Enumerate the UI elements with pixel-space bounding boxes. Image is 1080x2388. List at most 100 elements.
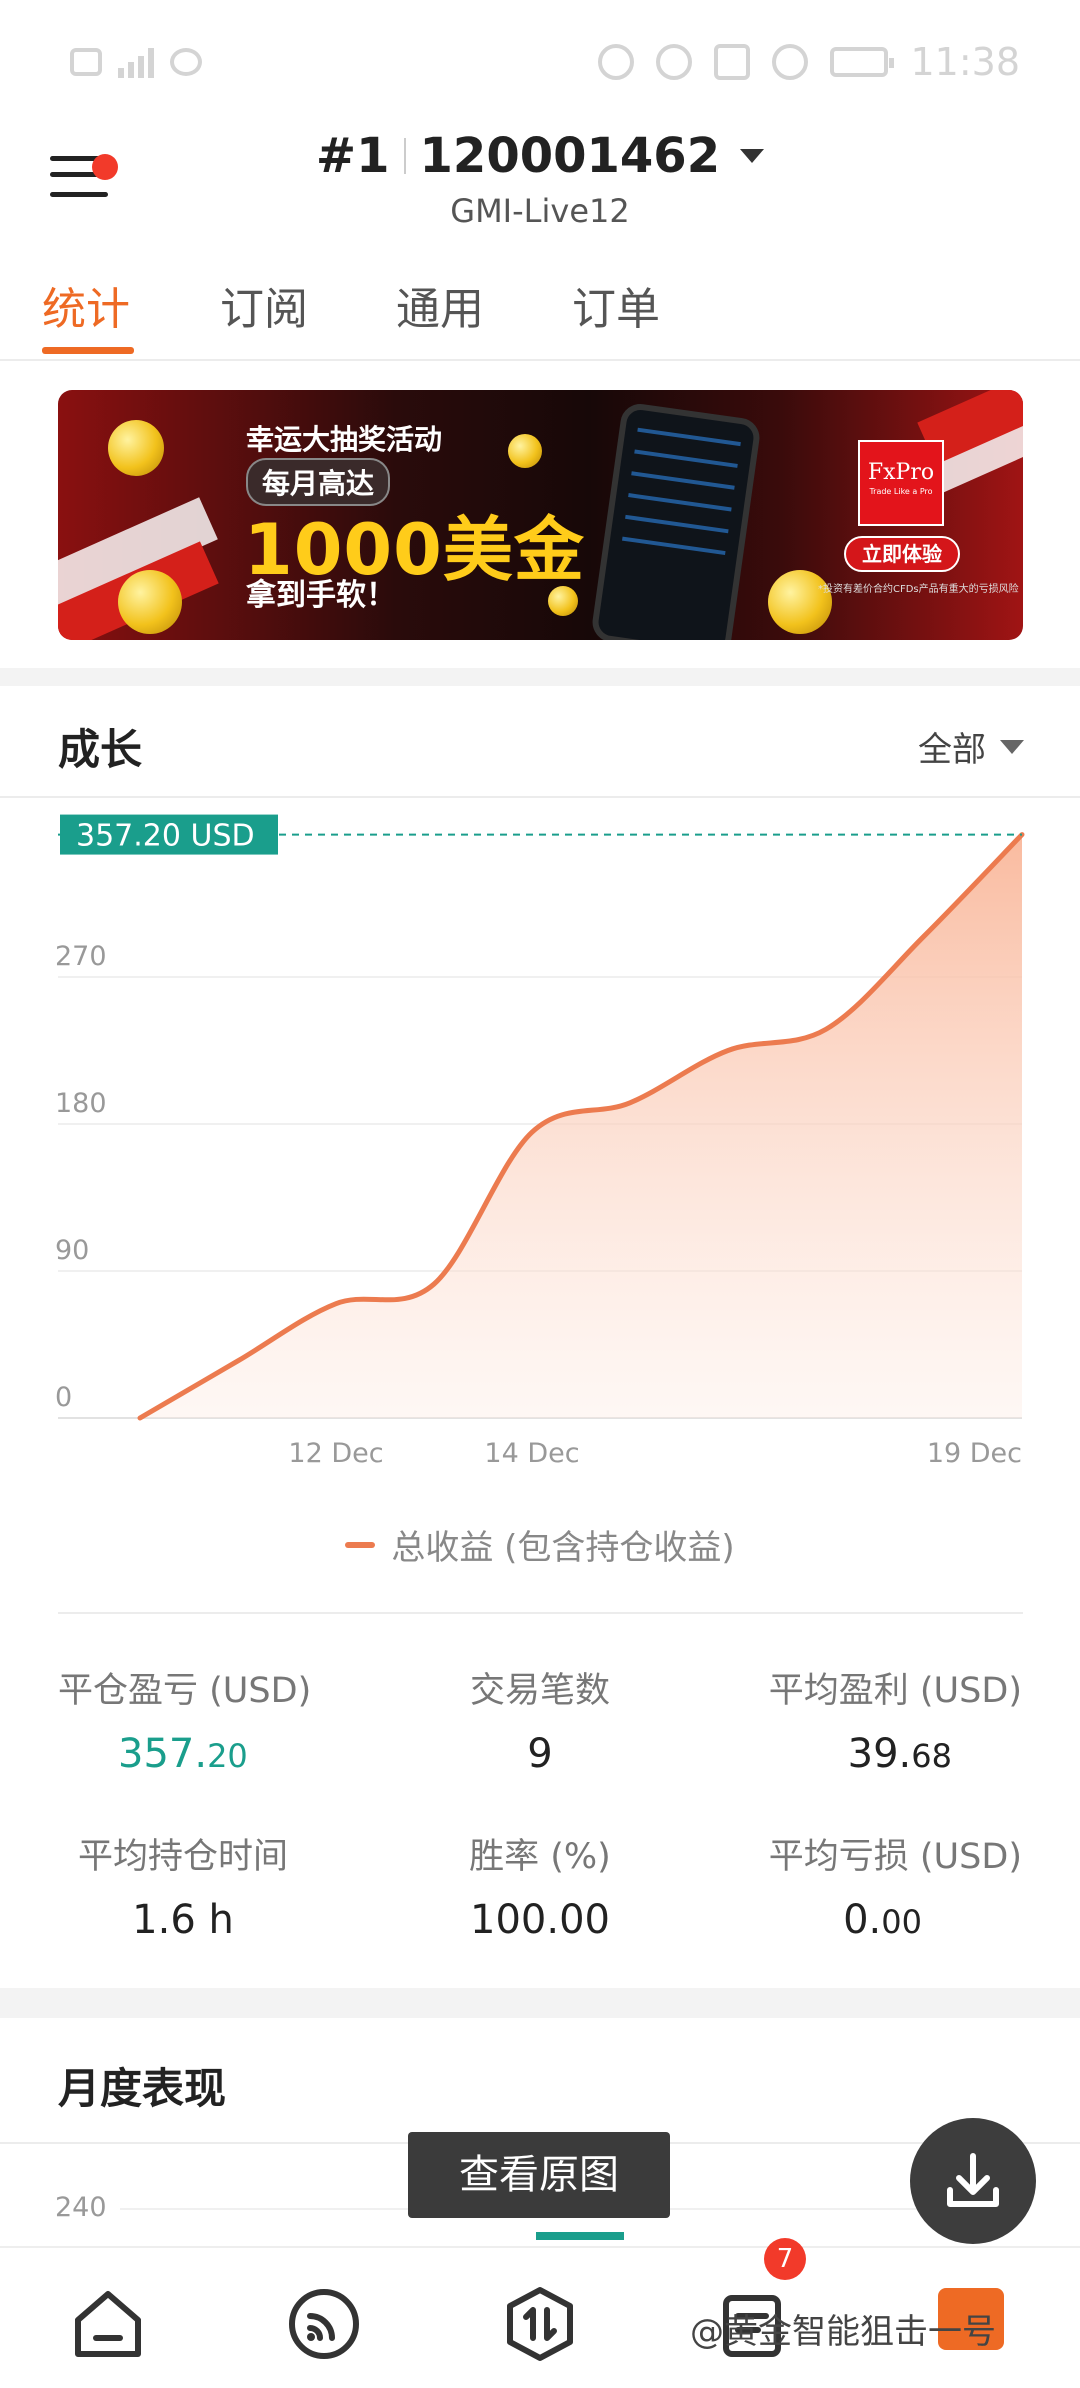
account-separator [403,138,406,174]
stats-divider [58,1612,1023,1614]
stat-value: 0.00 [682,1897,1022,1943]
stat-value-small: 68 [911,1737,952,1775]
stat-avg-loss: 平均亏损 (USD) 0.00 [682,1828,1022,1943]
stat-avg-hold-time: 平均持仓时间 1.6 h [58,1828,308,1943]
fxpro-logo-text: FxPro [867,460,935,485]
status-time: 11:38 [910,40,1020,84]
stat-value-main: 357. [118,1731,208,1777]
banner-line1: 幸运大抽奖活动 [246,423,443,456]
stat-value: 100.00 [370,1897,710,1943]
monthly-y-tick: 240 [55,2192,107,2223]
eye-icon [598,44,635,80]
watermark-text: @黄金智能狙击一号 [690,2312,996,2352]
y-tick-label: 90 [55,1235,89,1266]
data-point [433,1283,435,1285]
active-tab-indicator [42,347,134,354]
caret-down-icon [1000,739,1024,754]
nav-home[interactable] [68,2284,148,2364]
growth-title: 成长 [58,725,143,774]
trade-icon [507,2287,573,2361]
growth-filter-value: 全部 [918,730,986,770]
data-point [237,1360,239,1362]
coin-icon [508,434,542,468]
data-point [727,1050,729,1051]
stat-label: 交易笔数 [469,1671,610,1711]
stat-label: 平仓盈亏 (USD) [58,1671,312,1711]
tab-orders[interactable]: 订单 [572,273,660,337]
y-tick-label: 270 [55,941,107,972]
growth-header: 成长 全部 [0,678,1080,798]
growth-chart: 0 90 180 270 357.20 USD 12 Dec 14 Dec 19 Dec [0,800,1080,1600]
tab-subscribe[interactable]: 订阅 [220,273,308,337]
chart-legend: 总收益 (包含持仓收益) [0,1520,1080,1569]
promo-banner[interactable]: 幸运大抽奖活动 每月高达 1000美金 拿到手软！ FxPro Trade Li… [58,390,1023,640]
status-bar: 11:38 [0,0,1080,120]
sim-icon [70,48,102,76]
account-selector[interactable]: #1 120001462 GMI-Live12 [0,128,1080,230]
growth-chart-svg: 0 90 180 270 357.20 USD 12 Dec 14 Dec 19 Dec [55,814,1025,1469]
scroll-indicator [536,2232,624,2240]
stat-value: 9 [370,1731,710,1777]
caret-down-icon [740,149,765,163]
legend-swatch [345,1541,376,1548]
tab-statistics[interactable]: 统计 [42,273,130,337]
bottom-nav: 7 @黄金智能狙击一号 [0,2238,1080,2388]
banner-line2: 拿到手软！ [246,578,396,613]
nav-signals[interactable] [284,2284,364,2364]
fxpro-tagline: Trade Like a Pro [869,487,933,496]
download-icon [947,2153,999,2207]
phone-image [589,401,763,640]
account-prefix: #1 [315,128,390,184]
x-tick-label: 14 Dec [484,1438,579,1469]
alarm-icon [656,44,693,80]
account-number: 120001462 [419,128,721,184]
stat-avg-profit: 平均盈利 (USD) 39.68 [682,1662,1022,1777]
coin-icon [108,420,164,476]
x-tick-label: 19 Dec [927,1438,1022,1469]
wechat-notif-icon [170,48,202,76]
status-left-icons [70,46,202,78]
data-point [923,935,925,937]
fxpro-logo: FxPro Trade Like a Pro [858,440,944,526]
coin-icon [118,570,182,634]
stat-closed-pnl: 平仓盈亏 (USD) 357.20 [58,1662,398,1777]
home-icon [75,2291,141,2357]
stat-value: 1.6 h [58,1897,308,1943]
download-button[interactable] [910,2118,1036,2244]
tab-general[interactable]: 通用 [396,273,484,337]
current-value-label: 357.20 USD [76,819,255,854]
legend-label: 总收益 (包含持仓收益) [391,1528,735,1568]
status-right-icons: 11:38 [598,40,1020,84]
battery-icon [830,47,895,77]
banner-cta-button[interactable]: 立即体验 [844,536,960,572]
view-original-button[interactable]: 查看原图 [408,2132,670,2218]
stat-value: 39.68 [682,1731,1022,1777]
nav-trade[interactable] [500,2284,580,2364]
stat-value-main: 100.00 [470,1897,610,1943]
stat-win-rate: 胜率 (%) 100.00 [370,1828,710,1943]
data-point [139,1417,141,1419]
stat-trade-count: 交易笔数 9 [370,1662,710,1777]
y-tick-label: 0 [55,1382,72,1413]
stat-value-main: 39. [847,1731,912,1777]
stat-label: 平均盈利 (USD) [768,1671,1022,1711]
monthly-title: 月度表现 [58,2064,227,2113]
stat-value-small: 20 [207,1737,248,1775]
server-name: GMI-Live12 [450,192,630,230]
stat-label: 胜率 (%) [469,1837,611,1877]
section-divider [0,1988,1080,2018]
stat-label: 平均亏损 (USD) [768,1837,1022,1877]
stat-value: 357.20 [58,1731,398,1777]
data-point [335,1303,337,1305]
app-header: #1 120001462 GMI-Live12 [0,120,1080,250]
stat-value-main: 9 [527,1731,553,1777]
stat-value-main: 0. [843,1897,882,1943]
vibrate-icon [714,44,751,80]
data-point [629,1102,631,1104]
area-fill [140,834,1022,1418]
stat-value-small: 00 [881,1903,922,1941]
signal-icon [289,2289,359,2359]
tab-bar: 统计 订阅 通用 订单 [0,265,1080,361]
data-speed-icon [772,44,809,80]
growth-filter-dropdown[interactable]: 全部 [918,722,1024,771]
